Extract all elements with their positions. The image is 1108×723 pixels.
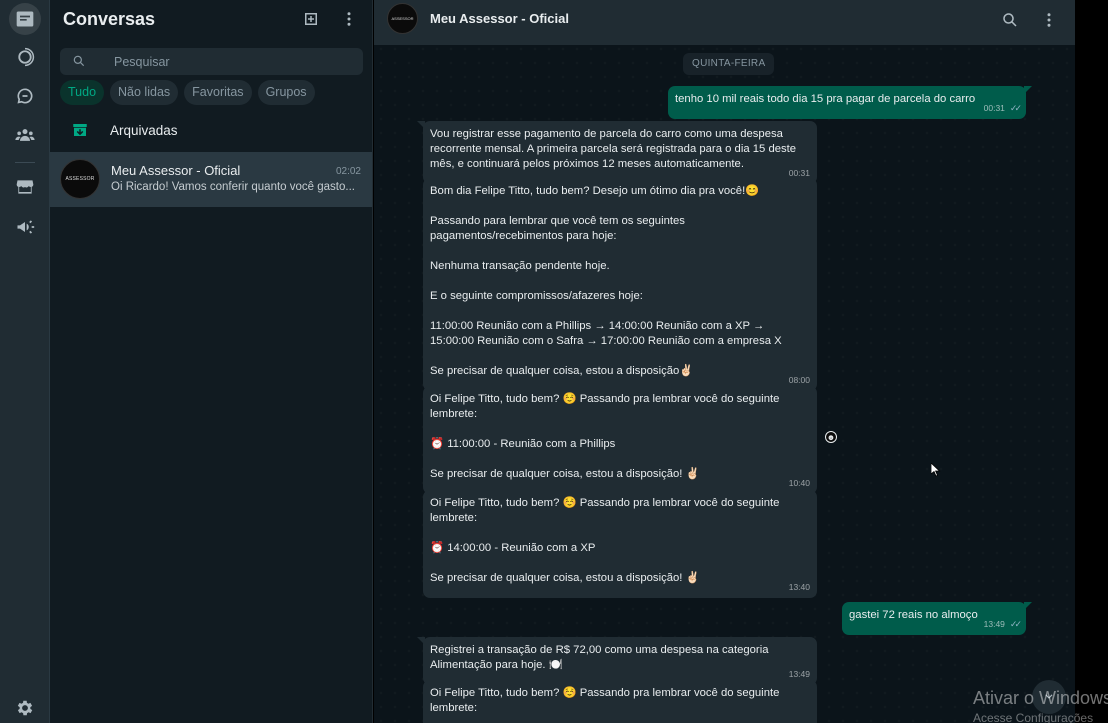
chat-list-panel: Conversas Tudo Não lidas Favoritas Grupo… <box>50 0 373 723</box>
message-meta: 13:49 ✓✓ <box>983 617 1022 632</box>
message-text: Registrei a transação de R$ 72,00 como u… <box>430 644 771 671</box>
message-incoming[interactable]: Oi Felipe Titto, tudo bem? ☺️ Passando p… <box>423 490 817 598</box>
message-meta: 10:40 <box>789 476 810 491</box>
message-text: gastei 72 reais no almoço <box>849 609 978 621</box>
message-time: 00:31 <box>983 103 1005 113</box>
search-input[interactable] <box>114 52 354 71</box>
screen-edge <box>1075 0 1108 723</box>
conversation-pane: ASSESSOR Meu Assessor - Oficial QUINTA-F… <box>374 0 1075 723</box>
chat-list-item[interactable]: ASSESSOR Meu Assessor - Oficial 02:02 Oi… <box>50 152 372 207</box>
message-text: tenho 10 mil reais todo dia 15 pra pagar… <box>675 93 976 105</box>
business-tools-icon[interactable] <box>9 171 41 203</box>
message-text: Vou registrar esse pagamento de parcela … <box>430 128 800 170</box>
menu-kebab-icon[interactable] <box>338 8 360 30</box>
channels-icon[interactable] <box>9 80 41 112</box>
broadcast-icon[interactable] <box>9 211 41 243</box>
message-incoming[interactable]: Oi Felipe Titto, tudo bem? ☺️ Passando p… <box>423 386 817 494</box>
message-incoming[interactable]: Registrei a transação de R$ 72,00 como u… <box>417 637 817 685</box>
avatar-text: ASSESSOR <box>391 16 414 21</box>
rail-divider <box>15 162 35 163</box>
filter-chips: Tudo Não lidas Favoritas Grupos <box>60 80 315 105</box>
chats-icon[interactable] <box>9 3 41 35</box>
read-receipt-icon: ✓✓ <box>1009 103 1022 113</box>
windows-activation-watermark: Ativar o Windows <box>973 688 1108 708</box>
mouse-cursor-icon <box>930 462 941 482</box>
message-outgoing[interactable]: tenho 10 mil reais todo dia 15 pra pagar… <box>668 86 1032 119</box>
message-incoming[interactable]: Vou registrar esse pagamento de parcela … <box>417 121 817 184</box>
message-text: Bom dia Felipe Titto, tudo bem? Desejo u… <box>430 185 782 377</box>
bubble-tail <box>1024 602 1032 610</box>
message-time: 13:40 <box>788 582 810 592</box>
communities-icon[interactable] <box>9 119 41 151</box>
search-icon[interactable] <box>1000 10 1020 30</box>
bubble-tail <box>417 121 425 129</box>
avatar: ASSESSOR <box>60 159 100 199</box>
chat-time: 02:02 <box>335 166 361 177</box>
message-incoming[interactable]: Bom dia Felipe Titto, tudo bem? Desejo u… <box>423 178 817 391</box>
contact-avatar[interactable]: ASSESSOR <box>387 3 418 34</box>
message-meta: 13:40 <box>789 580 810 595</box>
filter-chip-groups[interactable]: Grupos <box>257 80 315 105</box>
bubble-tail <box>417 637 425 645</box>
contact-name[interactable]: Meu Assessor - Oficial <box>430 11 569 26</box>
message-text: Oi Felipe Titto, tudo bem? ☺️ Passando p… <box>430 393 780 480</box>
message-text: Oi Felipe Titto, tudo bem? ☺️ Passando p… <box>430 497 780 584</box>
read-receipt-icon: ✓✓ <box>1009 619 1022 629</box>
menu-kebab-icon[interactable] <box>1039 10 1059 30</box>
archive-icon <box>71 121 89 139</box>
status-icon[interactable] <box>9 41 41 73</box>
message-text: Oi Felipe Titto, tudo bem? ☺️ Passando p… <box>430 687 783 714</box>
bubble-tail <box>1024 86 1032 94</box>
message-time: 10:40 <box>788 478 810 488</box>
search-icon <box>72 54 86 68</box>
archived-label: Arquivadas <box>110 123 178 138</box>
reaction-emoji-icon[interactable]: ☻ <box>825 431 837 443</box>
filter-chip-all[interactable]: Tudo <box>60 80 105 105</box>
filter-chip-unread[interactable]: Não lidas <box>110 80 179 105</box>
archived-row[interactable]: Arquivadas <box>50 113 372 149</box>
chat-name: Meu Assessor - Oficial <box>111 163 241 178</box>
search-box <box>60 48 363 75</box>
filter-chip-favorites[interactable]: Favoritas <box>184 80 252 105</box>
avatar-text: ASSESSOR <box>65 176 95 182</box>
windows-activation-subtext: Acesse Configurações <box>973 711 1094 723</box>
message-incoming[interactable]: Oi Felipe Titto, tudo bem? ☺️ Passando p… <box>423 680 817 723</box>
chat-preview: Oi Ricardo! Vamos conferir quanto você g… <box>111 181 355 193</box>
settings-icon[interactable] <box>9 692 41 723</box>
conversation-header[interactable]: ASSESSOR Meu Assessor - Oficial <box>374 0 1075 45</box>
message-meta: 00:31 ✓✓ <box>983 101 1022 116</box>
panel-title: Conversas <box>63 9 156 29</box>
message-outgoing[interactable]: gastei 72 reais no almoço 13:49 ✓✓ <box>842 602 1032 635</box>
message-time: 13:49 <box>983 619 1005 629</box>
day-separator: QUINTA-FEIRA <box>683 53 775 75</box>
new-chat-icon[interactable] <box>300 8 322 30</box>
navigation-rail <box>0 0 50 723</box>
